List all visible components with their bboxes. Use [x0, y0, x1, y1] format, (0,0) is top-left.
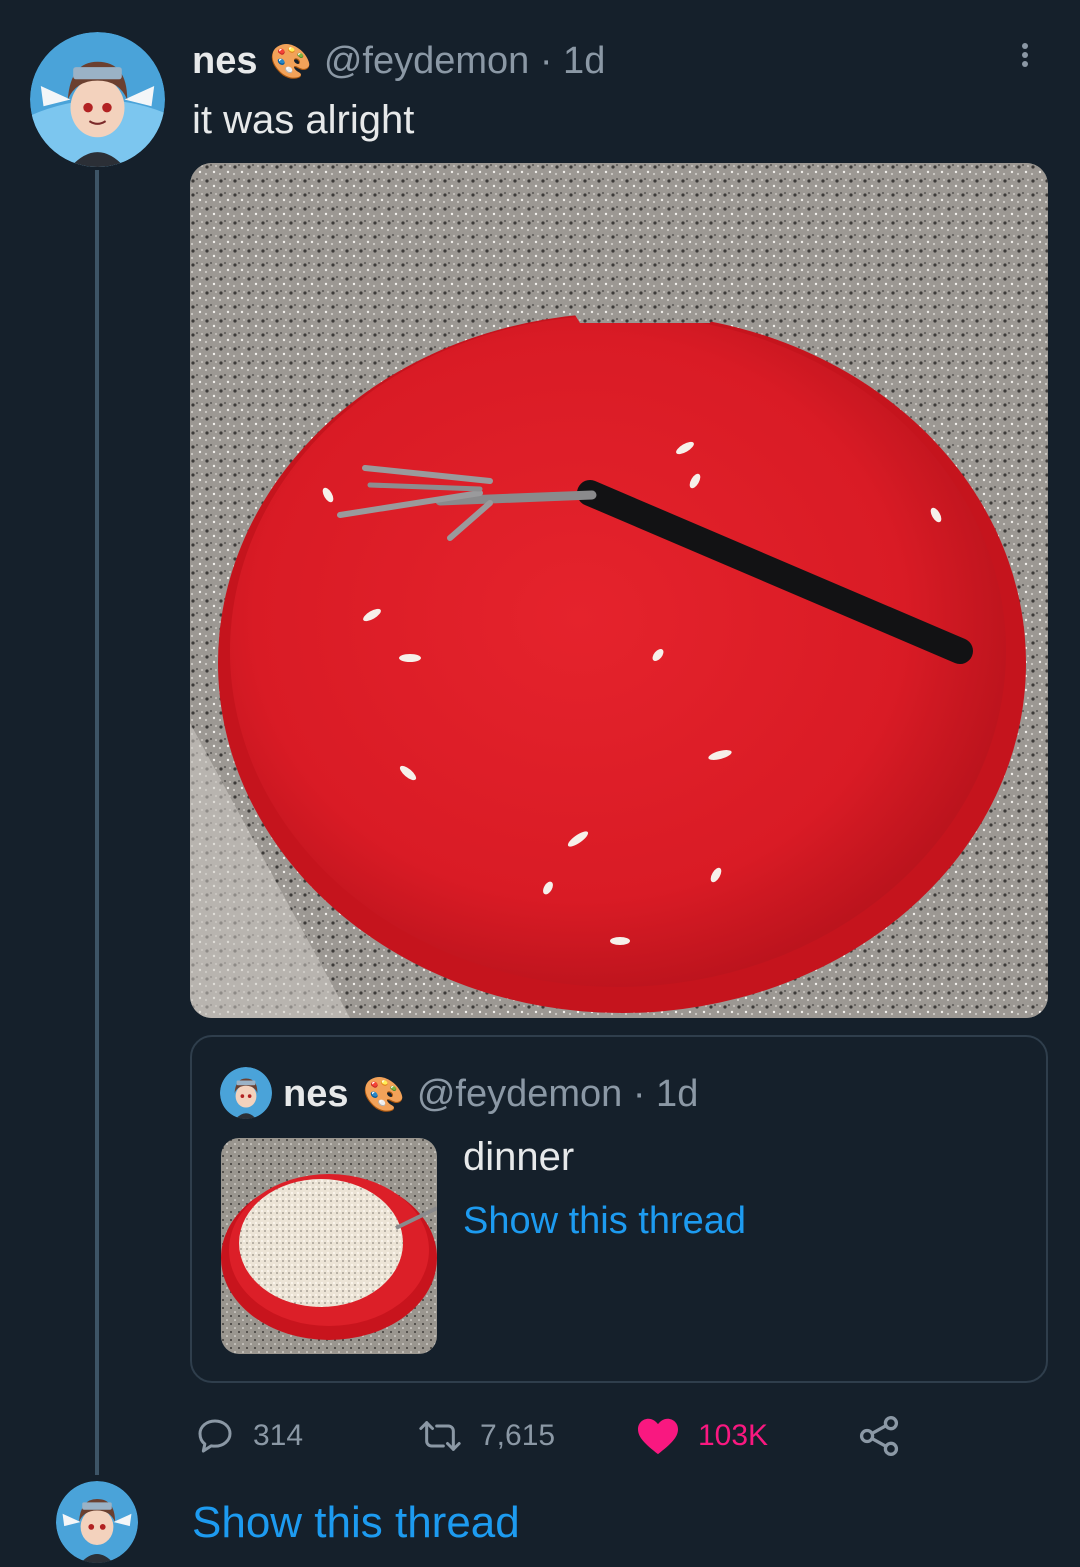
thread-connector-line — [95, 170, 99, 1475]
retweet-icon — [419, 1421, 461, 1451]
show-thread-link[interactable]: Show this thread — [192, 1498, 520, 1548]
reply-button[interactable]: 314 — [195, 1416, 303, 1456]
share-button[interactable] — [856, 1414, 920, 1458]
tweet-text: it was alright — [192, 98, 415, 142]
share-icon — [859, 1416, 899, 1456]
author-handle-time[interactable]: @feydemon · 1d — [324, 40, 606, 83]
quoted-author-name: nes — [283, 1073, 349, 1115]
quoted-avatar-image — [220, 1067, 272, 1119]
avatar-image — [30, 32, 165, 167]
quoted-author-handle-time: @feydemon · 1d — [416, 1073, 699, 1115]
author-name[interactable]: nes — [192, 40, 257, 83]
red-bowl-fork-image — [190, 163, 1048, 1018]
like-count: 103K — [698, 1419, 769, 1452]
quoted-palette-emoji-icon: 🎨 — [362, 1075, 405, 1114]
thread-avatar[interactable] — [56, 1481, 138, 1563]
reply-count: 314 — [253, 1419, 304, 1452]
quoted-show-thread-link[interactable]: Show this thread — [463, 1200, 746, 1243]
retweet-button[interactable]: 7,615 — [418, 1416, 555, 1456]
like-button[interactable]: 103K — [636, 1416, 768, 1456]
more-options-icon[interactable] — [1022, 40, 1028, 70]
quoted-tweet-text: dinner — [463, 1135, 575, 1179]
tweet-photo[interactable] — [190, 163, 1048, 1018]
rice-bowl-image — [221, 1138, 437, 1354]
quoted-tweet-header: nes 🎨 @feydemon · 1d — [283, 1073, 698, 1116]
retweet-count: 7,615 — [480, 1419, 556, 1452]
heart-icon — [638, 1418, 678, 1455]
quoted-author-avatar — [220, 1067, 272, 1119]
palette-emoji-icon: 🎨 — [269, 42, 312, 81]
tweet-header: nes 🎨 @feydemon · 1d — [192, 40, 605, 83]
thread-avatar-image — [56, 1481, 138, 1563]
author-avatar[interactable] — [30, 32, 165, 167]
quoted-photo[interactable] — [221, 1138, 437, 1354]
speech-bubble-icon — [198, 1419, 232, 1453]
